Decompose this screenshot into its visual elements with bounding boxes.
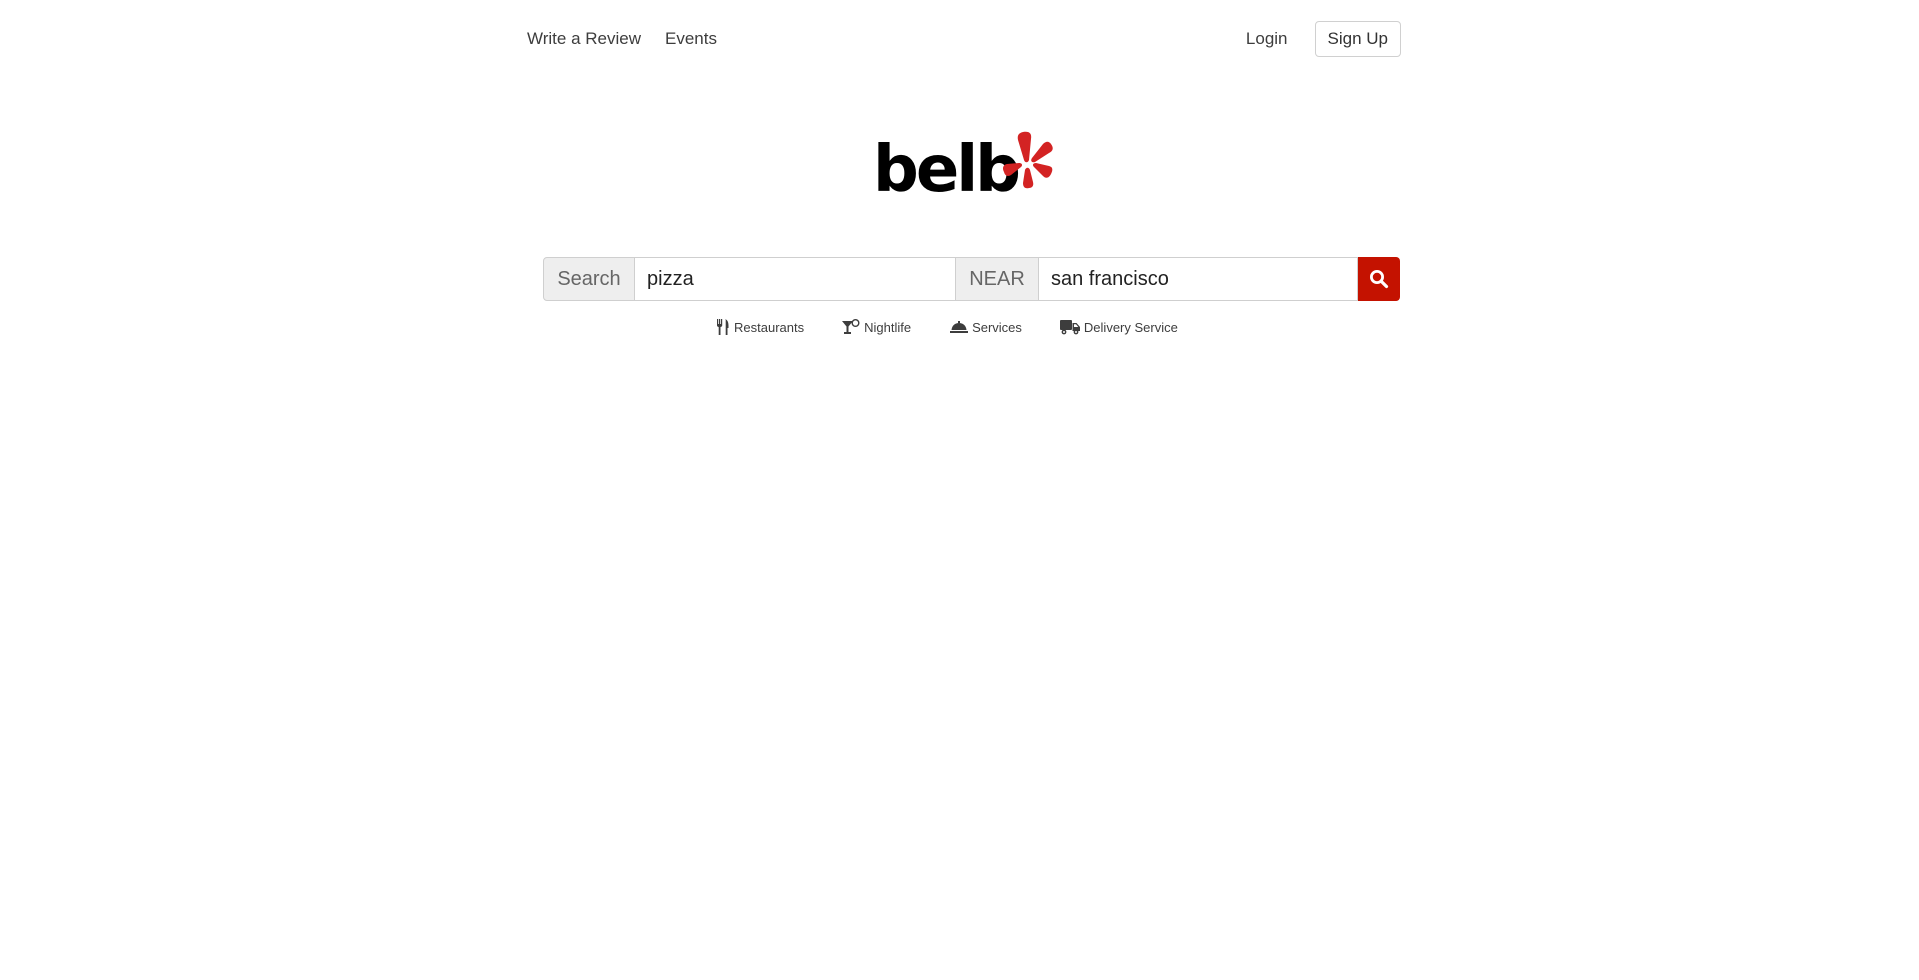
logo[interactable]: belb <box>873 130 1053 210</box>
category-restaurants[interactable]: Restaurants <box>716 319 804 335</box>
category-services[interactable]: Services <box>950 320 1022 335</box>
page: Write a Review Events Login Sign Up belb… <box>0 0 1919 980</box>
write-review-link[interactable]: Write a Review <box>527 29 641 49</box>
category-label: Restaurants <box>734 319 805 335</box>
near-label: NEAR <box>956 257 1039 301</box>
search-label: Search <box>543 257 635 301</box>
nav-left: Write a Review Events <box>527 29 741 49</box>
category-links: Restaurants Nightlife Services Delivery … <box>716 317 1178 337</box>
truck-icon <box>1059 320 1080 335</box>
category-nightlife[interactable]: Nightlife <box>842 319 911 335</box>
search-bar: Search NEAR <box>543 257 1400 301</box>
search-button[interactable] <box>1358 257 1400 301</box>
cocktail-icon <box>842 319 860 334</box>
events-link[interactable]: Events <box>665 29 717 49</box>
search-icon <box>1370 270 1389 289</box>
search-query-input[interactable] <box>635 257 956 301</box>
location-input[interactable] <box>1039 257 1358 301</box>
signup-button[interactable]: Sign Up <box>1314 21 1401 57</box>
logo-burst-icon <box>1003 131 1053 189</box>
login-link[interactable]: Login <box>1246 29 1288 49</box>
fork-knife-icon <box>717 319 729 335</box>
category-label: Services <box>972 319 1022 335</box>
bell-icon <box>950 321 969 333</box>
nav-right: Login Sign Up <box>1246 21 1401 57</box>
category-label: Delivery Service <box>1083 319 1178 335</box>
category-label: Nightlife <box>864 319 912 335</box>
category-delivery-service[interactable]: Delivery Service <box>1059 319 1178 335</box>
logo-wordmark: belb <box>873 133 1021 207</box>
top-nav: Write a Review Events Login Sign Up <box>527 20 1401 58</box>
